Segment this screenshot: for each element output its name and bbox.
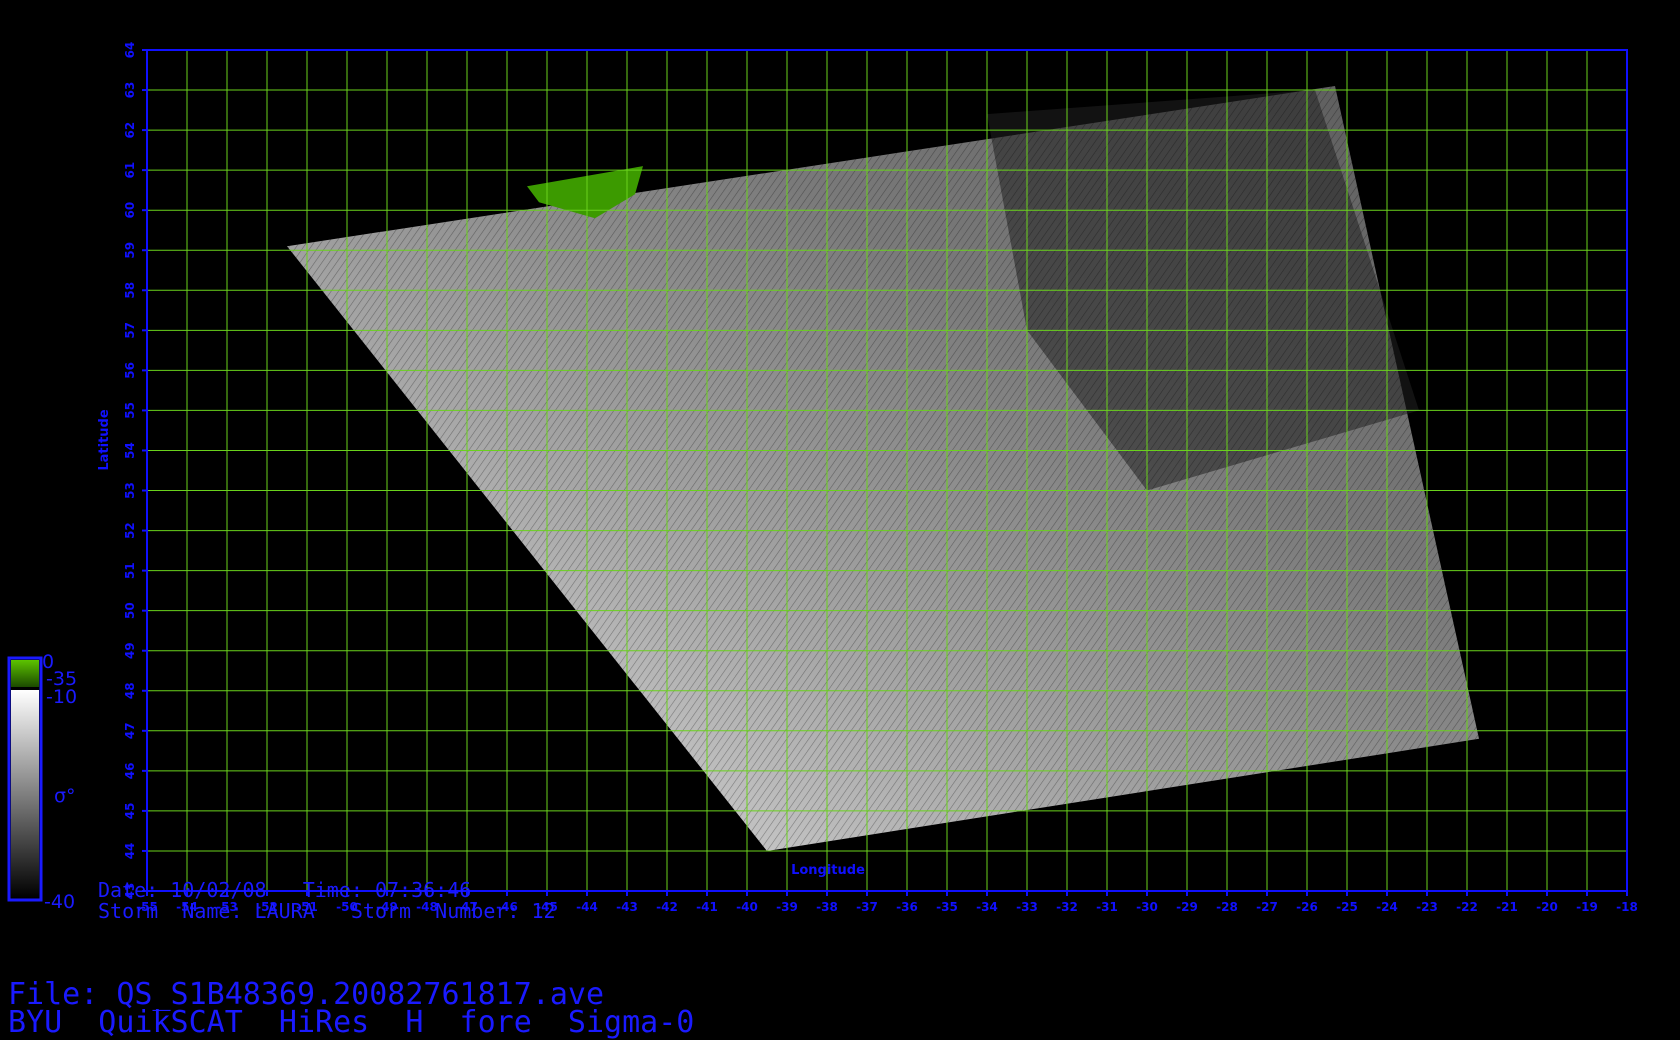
colorbar-green-band: [11, 660, 39, 687]
x-tick-label: -28: [1216, 900, 1238, 914]
x-tick-label: -40: [736, 900, 758, 914]
x-tick-label: -19: [1576, 900, 1598, 914]
x-tick-label: -37: [856, 900, 878, 914]
y-tick-label: 61: [123, 162, 137, 179]
x-tick-label: -24: [1376, 900, 1398, 914]
x-tick-label: -22: [1456, 900, 1478, 914]
x-axis-label: Longitude: [791, 863, 865, 878]
x-tick-label: -43: [616, 900, 638, 914]
x-tick-label: -31: [1096, 900, 1118, 914]
y-tick-label: 46: [123, 763, 137, 780]
y-tick-label: 53: [123, 482, 137, 499]
latitude-tick-labels: 4344454647484950515253545556575859606162…: [123, 42, 147, 899]
y-tick-label: 48: [123, 682, 137, 699]
x-tick-label: -34: [976, 900, 998, 914]
x-tick-label: -27: [1256, 900, 1278, 914]
x-tick-label: -29: [1176, 900, 1198, 914]
y-tick-label: 45: [123, 803, 137, 820]
x-tick-label: -23: [1416, 900, 1438, 914]
x-tick-label: -25: [1336, 900, 1358, 914]
swath-texture: [287, 86, 1479, 851]
y-tick-label: 59: [123, 242, 137, 259]
y-tick-label: 54: [123, 442, 137, 459]
x-tick-label: -35: [936, 900, 958, 914]
map-figure: -55 -54 -53 -52 -51 -50 -49 -48 -47 -46 -45 -44 -43-…: [0, 0, 1680, 1040]
y-tick-label: 58: [123, 282, 137, 299]
x-tick-label: -26: [1296, 900, 1318, 914]
y-tick-label: 64: [123, 42, 137, 59]
x-tick-label: -32: [1056, 900, 1078, 914]
x-tick-label: -38: [816, 900, 838, 914]
colorbar: 0 -35 -10 -40 σ°: [7, 651, 77, 913]
y-tick-label: 52: [123, 522, 137, 539]
date-time-text: Date: 10/02/08 Time: 07:36:46: [98, 878, 472, 902]
x-tick-label: -18: [1616, 900, 1638, 914]
y-tick-label: 50: [123, 602, 137, 619]
y-tick-label: 57: [123, 322, 137, 339]
y-tick-label: 47: [123, 722, 137, 739]
y-tick-label: 44: [123, 843, 137, 860]
x-tick-label: -36: [896, 900, 918, 914]
storm-info-text: Storm Name: LAURA Storm Number: 12: [98, 899, 556, 923]
radar-swath-image: [287, 86, 1479, 851]
y-tick-label: 51: [123, 562, 137, 579]
x-tick-label: -42: [656, 900, 678, 914]
x-tick-label: -30: [1136, 900, 1158, 914]
y-tick-label: 56: [123, 362, 137, 379]
y-tick-label: 55: [123, 402, 137, 419]
colorbar-label-gray-top: -10: [46, 686, 77, 708]
x-tick-label: -41: [696, 900, 718, 914]
y-tick-label: 62: [123, 122, 137, 139]
y-tick-label: 63: [123, 82, 137, 99]
x-tick-label: -21: [1496, 900, 1518, 914]
y-tick-label: 60: [123, 202, 137, 219]
x-tick-label: -39: [776, 900, 798, 914]
colorbar-gray-band: [11, 690, 39, 898]
y-tick-label: 49: [123, 642, 137, 659]
colorbar-label-bottom: -40: [44, 891, 75, 913]
colorbar-symbol: σ°: [54, 785, 76, 807]
product-title-text: BYU QuikSCAT HiRes H fore Sigma-0: [8, 1005, 695, 1040]
y-axis-label: Latitude: [97, 409, 112, 471]
x-tick-label: -33: [1016, 900, 1038, 914]
x-tick-label: -20: [1536, 900, 1558, 914]
x-tick-label: -44: [576, 900, 598, 914]
